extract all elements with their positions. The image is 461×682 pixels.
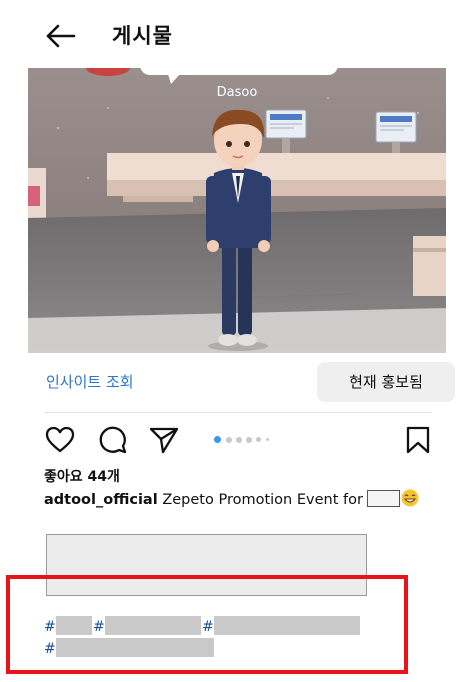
likes-count[interactable]: 좋아요 44개	[44, 466, 120, 486]
hash-symbol: #	[202, 619, 214, 635]
redacted-hashtag	[55, 638, 214, 657]
hashtag[interactable]: #	[93, 616, 201, 635]
hashtag[interactable]: #	[202, 616, 360, 635]
page-title: 게시물	[112, 24, 173, 48]
like-button[interactable]	[44, 424, 76, 456]
carousel-dot	[236, 437, 242, 443]
carousel-dot	[266, 438, 269, 441]
action-bar	[0, 420, 461, 460]
view-insights-link[interactable]: 인사이트 조회	[46, 371, 134, 392]
likes-number: 44개	[87, 469, 120, 485]
boosted-button[interactable]: 현재 홍보됨	[317, 362, 455, 402]
insight-row: 인사이트 조회 현재 홍보됨	[28, 362, 455, 402]
avatar-name-tag: Dasoo	[216, 85, 258, 100]
carousel-dot	[256, 437, 261, 442]
arrow-left-icon	[46, 24, 76, 48]
carousel-dot	[246, 437, 252, 443]
back-button[interactable]	[44, 22, 76, 50]
bookmark-icon	[406, 426, 430, 454]
share-button[interactable]	[148, 424, 180, 456]
grinning-emoji-icon	[401, 489, 419, 507]
redacted-hashtag	[55, 616, 92, 635]
hash-symbol: #	[44, 641, 56, 657]
caption-username[interactable]: adtool_official	[44, 492, 158, 508]
caption-text: Zepeto Promotion Event for	[162, 492, 363, 508]
heart-icon	[45, 426, 75, 453]
divider	[44, 412, 432, 413]
likes-label: 좋아요	[44, 469, 83, 485]
share-icon	[149, 427, 179, 454]
carousel-dot-active	[214, 436, 221, 443]
save-button[interactable]	[404, 424, 436, 456]
comment-icon	[99, 426, 127, 454]
redacted-hashtag	[213, 616, 360, 635]
hashtag[interactable]: #	[44, 616, 92, 635]
post-image[interactable]: Dasoo	[28, 68, 446, 353]
redacted-text	[366, 490, 400, 507]
hashtag[interactable]: #	[44, 638, 214, 657]
carousel-dot	[226, 437, 232, 443]
post-caption: adtool_official Zepeto Promotion Event f…	[44, 489, 419, 508]
comment-button[interactable]	[97, 424, 129, 456]
hash-symbol: #	[93, 619, 105, 635]
redacted-hashtag	[104, 616, 201, 635]
top-bar: 게시물	[0, 0, 461, 68]
scene-illustration	[28, 68, 446, 353]
hash-symbol: #	[44, 619, 56, 635]
